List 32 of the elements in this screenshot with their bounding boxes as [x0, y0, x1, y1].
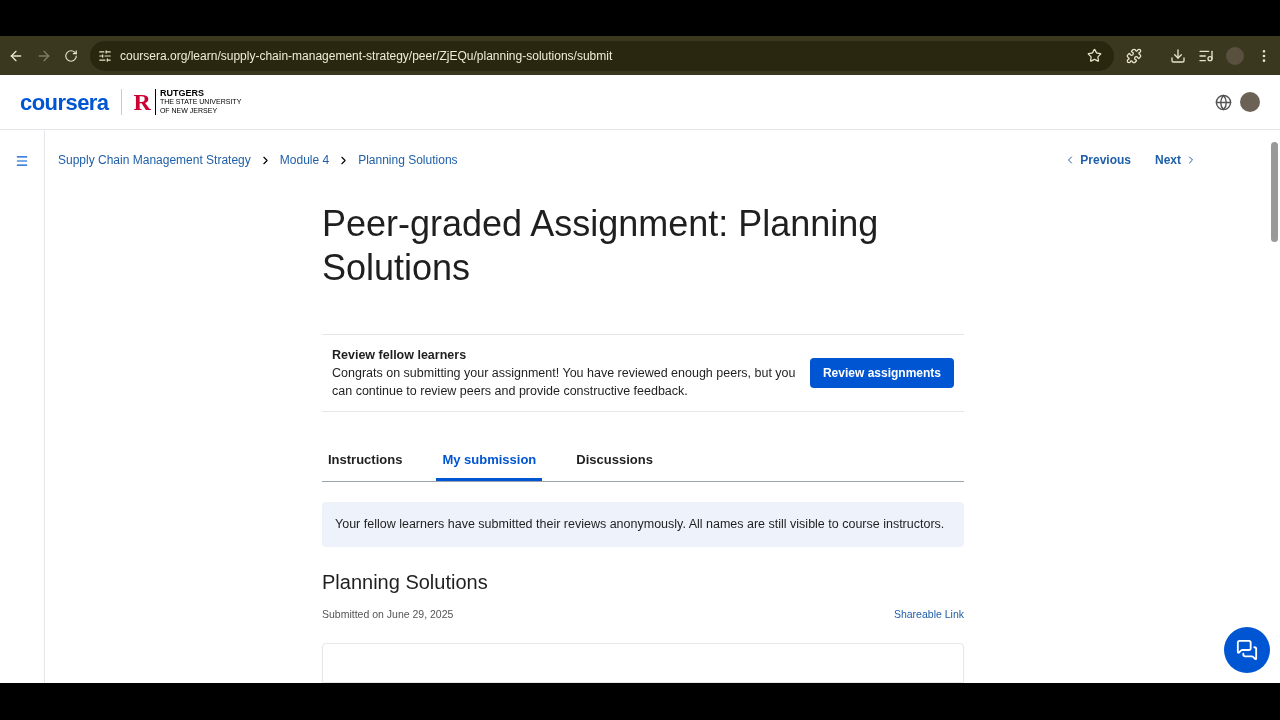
user-avatar[interactable] — [1240, 92, 1260, 112]
next-link[interactable]: Next — [1155, 151, 1197, 169]
submission-title: Planning Solutions — [322, 569, 489, 595]
scrollbar-thumb[interactable] — [1270, 142, 1278, 242]
review-assignments-button[interactable]: Review assignments — [809, 358, 954, 388]
menu-icon[interactable] — [15, 154, 29, 168]
breadcrumb-link[interactable]: Module 4 — [279, 151, 330, 169]
rutgers-mark: R — [133, 90, 151, 114]
tab[interactable]: Discussions — [570, 442, 659, 481]
coursera-logo[interactable]: coursera — [20, 85, 109, 119]
breadcrumb-link[interactable]: Supply Chain Management Strategy — [58, 151, 251, 169]
reload-icon[interactable] — [64, 48, 78, 63]
breadcrumb-link[interactable]: Planning Solutions — [358, 151, 458, 169]
rutgers-name: RUTGERS — [159, 88, 205, 98]
bookmark-icon[interactable] — [1087, 48, 1102, 63]
tab[interactable]: My submission — [436, 442, 543, 481]
site-settings-icon[interactable] — [98, 48, 112, 63]
download-icon[interactable] — [1170, 47, 1186, 64]
anonymous-notice: Your fellow learners have submitted their reviews anonymously. All names are still visible to course instructors. — [322, 502, 964, 547]
previous-link[interactable]: Previous — [1064, 151, 1131, 169]
banner-heading: Review fellow learners — [332, 347, 468, 364]
banner-text: Congrats on submitting your assignment! You have reviewed enough peers, but you can continue to review peers and provide constructive feedback. — [332, 365, 797, 400]
address-bar[interactable]: coursera.org/learn/supply-chain-management-strategy/peer/ZjEQu/planning-solutions/submit — [90, 40, 1114, 71]
submission-date: Submitted on June 29, 2025 — [322, 606, 455, 622]
chat-button[interactable] — [1224, 627, 1270, 673]
url-text: coursera.org/learn/supply-chain-management-strategy/peer/ZjEQu/planning-solutions/submit — [120, 47, 614, 65]
shareable-link[interactable]: Shareable Link — [893, 606, 964, 623]
tab[interactable]: Instructions — [322, 442, 409, 481]
page-title: Peer-graded Assignment: Planning Solutions — [322, 202, 880, 290]
language-icon[interactable] — [1215, 93, 1232, 111]
chat-icon — [1236, 639, 1258, 661]
extensions-icon[interactable] — [1126, 47, 1142, 64]
